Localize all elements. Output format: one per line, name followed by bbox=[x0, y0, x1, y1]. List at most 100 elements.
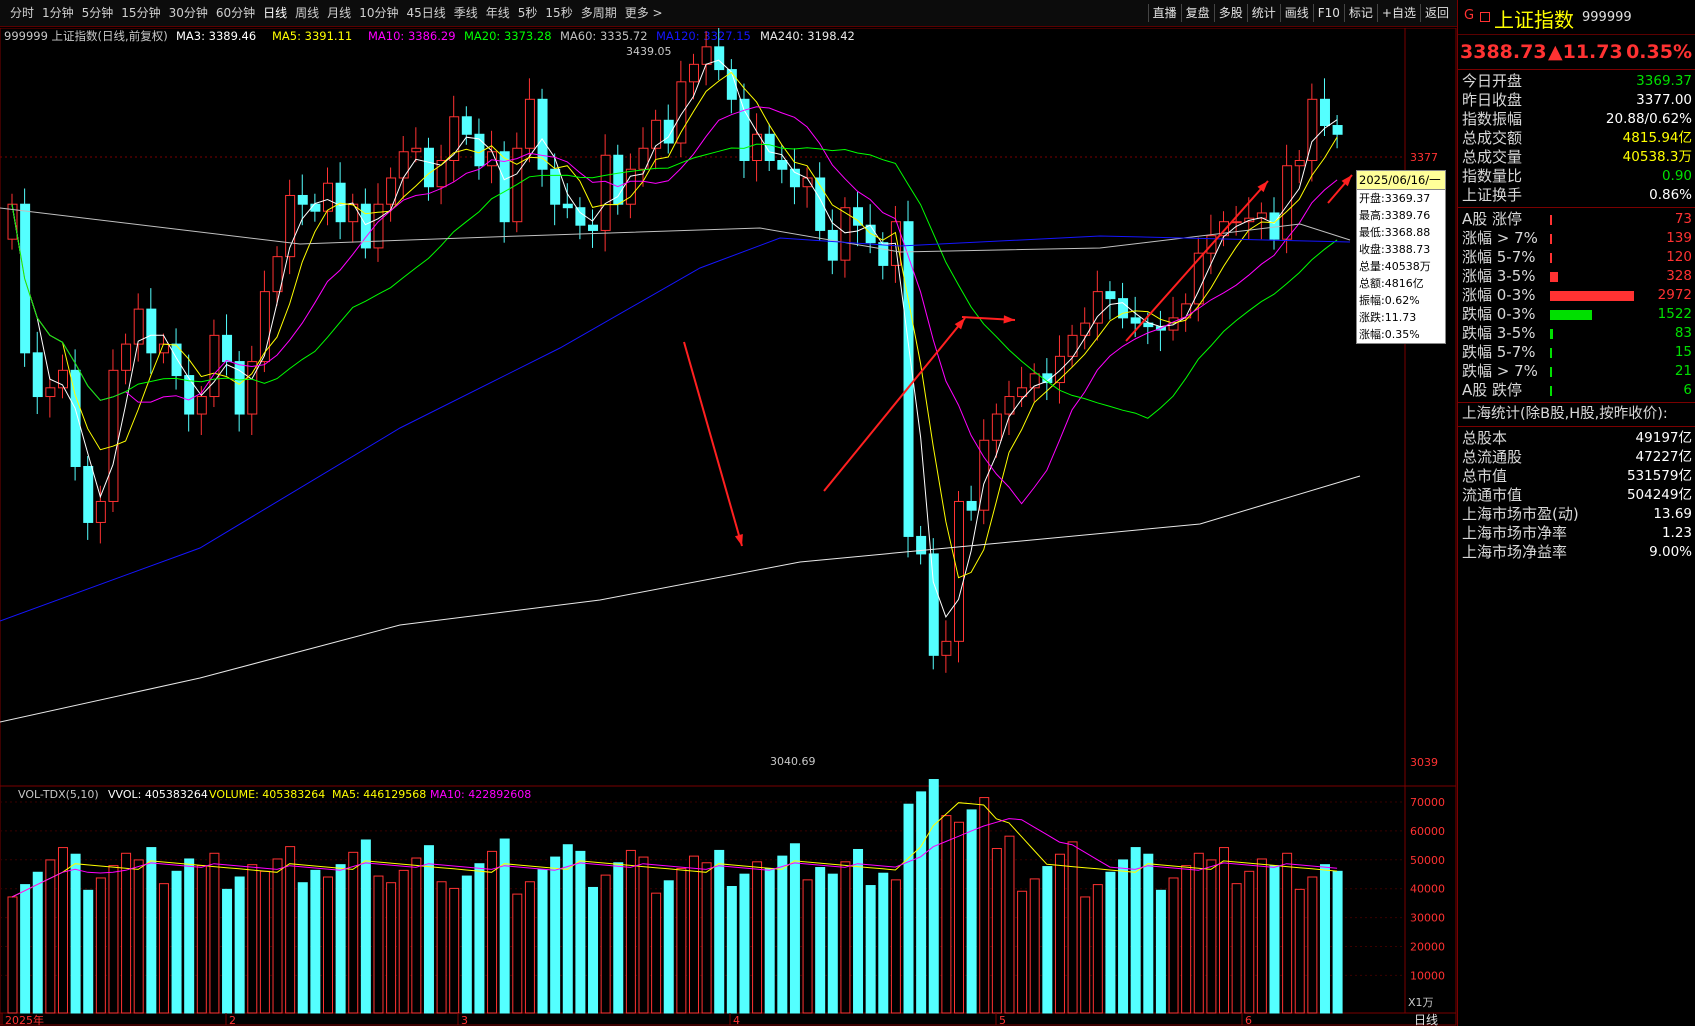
stat-value: 0.86% bbox=[1649, 187, 1692, 203]
sh-value: 47227亿 bbox=[1635, 449, 1692, 465]
stat-label: 指数量比 bbox=[1462, 167, 1523, 185]
sh-stats-title: 上海统计(除B股,H股,按昨收价): bbox=[1462, 406, 1668, 422]
volume-bar bbox=[398, 869, 409, 1014]
tab-2[interactable]: 5分钟 bbox=[78, 5, 118, 22]
breadth-bar bbox=[1550, 253, 1552, 263]
candle-up bbox=[95, 500, 106, 523]
grid-icon[interactable]: G bbox=[1464, 8, 1474, 23]
tooltip-row: 收盘:3388.73 bbox=[1359, 243, 1431, 256]
volume-bar bbox=[83, 889, 94, 1014]
breadth-value: 2972 bbox=[1657, 287, 1692, 303]
candle-down bbox=[588, 224, 599, 231]
tab-7[interactable]: 周线 bbox=[291, 5, 323, 22]
volume-bar bbox=[588, 886, 599, 1014]
volume-bar bbox=[1294, 888, 1305, 1014]
volume-bar bbox=[1193, 852, 1204, 1014]
volume-bar bbox=[386, 882, 397, 1014]
tab-6[interactable]: 日线 bbox=[259, 5, 291, 22]
breadth-bar bbox=[1550, 329, 1553, 339]
candle-down bbox=[928, 553, 939, 656]
candle-down bbox=[714, 46, 725, 71]
tool-button-7[interactable]: +自选 bbox=[1376, 4, 1420, 22]
tab-4[interactable]: 30分钟 bbox=[165, 5, 212, 22]
breadth-label: A股 跌停 bbox=[1462, 381, 1523, 399]
vol-legend-ma5: MA5: 446129568 bbox=[332, 788, 426, 801]
tool-button-1[interactable]: 复盘 bbox=[1180, 4, 1214, 22]
tab-12[interactable]: 年线 bbox=[482, 5, 514, 22]
tab-5[interactable]: 60分钟 bbox=[212, 5, 259, 22]
candle-down bbox=[878, 242, 889, 266]
candle-up bbox=[411, 147, 422, 153]
volume-bar bbox=[600, 874, 611, 1014]
tool-button-3[interactable]: 统计 bbox=[1246, 4, 1280, 22]
tab-16[interactable]: 更多 > bbox=[621, 5, 667, 22]
tab-14[interactable]: 15秒 bbox=[541, 5, 576, 22]
axis-label-top: 3377 bbox=[1410, 151, 1438, 164]
breadth-row: 跌幅 0-3% 1522 bbox=[1458, 305, 1695, 324]
volume-bar bbox=[1155, 889, 1166, 1014]
volume-bar bbox=[1206, 859, 1217, 1014]
volume-bar bbox=[752, 861, 763, 1014]
candle-down bbox=[83, 465, 94, 523]
tab-0[interactable]: 分时 bbox=[6, 5, 38, 22]
tab-9[interactable]: 10分钟 bbox=[355, 5, 402, 22]
vol-tick: 20000 bbox=[1410, 941, 1445, 954]
legend-code: 999999 上证指数(日线,前复权) bbox=[4, 29, 168, 43]
volume-bar bbox=[537, 868, 548, 1014]
sh-label: 总股本 bbox=[1462, 429, 1508, 447]
tool-button-6[interactable]: 标记 bbox=[1343, 4, 1377, 22]
stat-row: 总成交额 4815.94亿 bbox=[1458, 129, 1695, 148]
candle-down bbox=[575, 207, 586, 226]
candle-down bbox=[297, 194, 308, 205]
candle-up bbox=[840, 207, 851, 261]
candle-down bbox=[789, 168, 800, 188]
volume-bar bbox=[449, 887, 460, 1014]
tool-button-5[interactable]: F10 bbox=[1312, 4, 1344, 22]
volume-bar bbox=[1067, 841, 1078, 1014]
x-label: 2 bbox=[229, 1014, 236, 1026]
volume-bar bbox=[651, 892, 662, 1014]
tab-15[interactable]: 多周期 bbox=[577, 5, 621, 22]
volume-bar bbox=[1219, 847, 1230, 1014]
candle-down bbox=[1105, 291, 1116, 300]
tab-8[interactable]: 月线 bbox=[323, 5, 355, 22]
breadth-value: 21 bbox=[1674, 363, 1692, 379]
candle-down bbox=[777, 159, 788, 170]
breadth-row: 涨幅 5-7% 120 bbox=[1458, 248, 1695, 267]
market-breadth: A股 涨停 73 涨幅 > 7% 139 涨幅 5-7% 120 涨幅 3-5% 328 涨幅 … bbox=[1458, 210, 1695, 400]
volume-bar bbox=[7, 896, 18, 1014]
period-toolbar: 分时 1分钟 5分钟 15分钟 30分钟 60分钟 日线 周线 月线 10分钟 45日线 季线 年线 5秒… bbox=[0, 0, 1457, 27]
tab-13[interactable]: 5秒 bbox=[514, 5, 542, 22]
tool-button-0[interactable]: 直播 bbox=[1147, 4, 1181, 22]
tab-1[interactable]: 1分钟 bbox=[38, 5, 78, 22]
ohlc-tooltip: 2025/06/16/一 开盘:3369.37 最高:3389.76 最低:3368… bbox=[1356, 170, 1446, 344]
volume-bar bbox=[1168, 877, 1179, 1014]
sh-row: 上海市场市盈(动) 13.69 bbox=[1458, 505, 1695, 524]
breadth-label: 跌幅 0-3% bbox=[1462, 305, 1536, 323]
candle-down bbox=[32, 352, 43, 398]
stat-row: 上证换手 0.86% bbox=[1458, 186, 1695, 205]
tab-3[interactable]: 15分钟 bbox=[117, 5, 164, 22]
stat-row: 总成交量 40538.3万 bbox=[1458, 148, 1695, 167]
tool-button-4[interactable]: 画线 bbox=[1279, 4, 1313, 22]
candle-up bbox=[121, 343, 132, 371]
breadth-row: A股 跌停 6 bbox=[1458, 381, 1695, 400]
stat-row: 指数量比 0.90 bbox=[1458, 167, 1695, 186]
volume-bar bbox=[562, 844, 573, 1014]
tool-button-8[interactable]: 返回 bbox=[1419, 4, 1453, 22]
sh-value: 49197亿 bbox=[1635, 430, 1692, 446]
tool-button-2[interactable]: 多股 bbox=[1213, 4, 1247, 22]
stat-label: 上证换手 bbox=[1462, 186, 1523, 204]
tab-11[interactable]: 季线 bbox=[450, 5, 482, 22]
volume-bar bbox=[789, 843, 800, 1014]
candle-up bbox=[209, 334, 220, 398]
sh-row: 总股本 49197亿 bbox=[1458, 429, 1695, 448]
candle-up bbox=[108, 369, 119, 502]
stat-value: 0.90 bbox=[1661, 168, 1692, 184]
tab-10[interactable]: 45日线 bbox=[402, 5, 449, 22]
volume-bar bbox=[777, 855, 788, 1014]
breadth-value: 83 bbox=[1674, 325, 1692, 341]
kline-chart[interactable]: 999999 上证指数(日线,前复权) MA3: 3389.46 MA5: 3391… bbox=[0, 28, 1457, 1026]
candle-down bbox=[222, 334, 233, 363]
breadth-bar bbox=[1550, 272, 1558, 282]
